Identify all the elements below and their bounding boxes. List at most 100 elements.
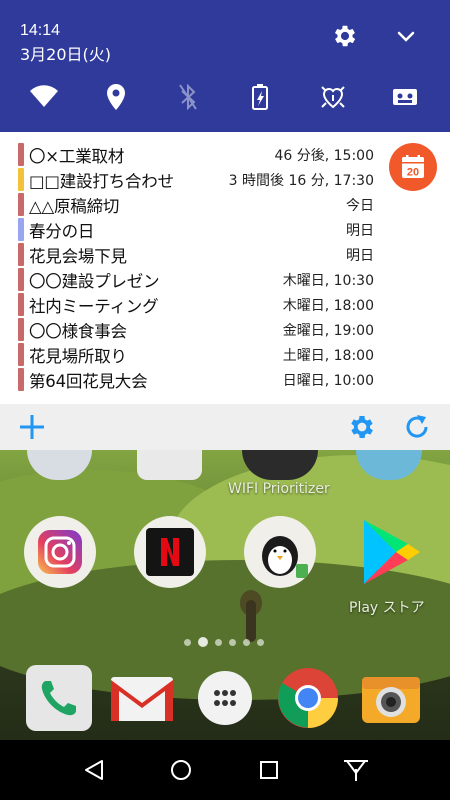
event-color-bar: [18, 243, 24, 266]
back-button[interactable]: [74, 750, 114, 790]
netflix-icon: [146, 528, 194, 576]
location-tile[interactable]: [99, 80, 133, 114]
refresh-icon: [406, 415, 428, 438]
event-color-bar: [18, 168, 24, 191]
chrome-app-icon[interactable]: [273, 663, 343, 733]
gear-icon: [334, 25, 356, 47]
home-button[interactable]: [161, 750, 201, 790]
add-event-button[interactable]: [17, 412, 47, 442]
event-time: 明日: [346, 247, 374, 264]
event-row[interactable]: 春分の日 明日: [18, 217, 374, 242]
event-title: 春分の日: [29, 221, 95, 241]
event-time: 土曜日, 18:00: [282, 347, 374, 364]
play-store-label: Play ストア: [349, 600, 425, 616]
event-color-bar: [18, 218, 24, 241]
event-title: □□建設打ち合わせ: [29, 171, 174, 191]
instagram-icon: [38, 530, 82, 574]
event-row[interactable]: 〇〇様食事会 金曜日, 19:00: [18, 317, 374, 342]
status-clock: 14:14: [20, 22, 61, 39]
event-time: 46 分後, 15:00: [274, 147, 374, 164]
event-title: 〇〇建設プレゼン: [29, 271, 160, 291]
bluetooth-tile[interactable]: [171, 80, 205, 114]
event-row[interactable]: 花見場所取り 土曜日, 18:00: [18, 342, 374, 367]
penguin-icon: [262, 536, 308, 578]
gmail-icon: [111, 677, 173, 721]
event-row[interactable]: 〇〇建設プレゼン 木曜日, 10:30: [18, 267, 374, 292]
event-color-bar: [18, 318, 24, 341]
collapse-shade-icon: [344, 760, 369, 781]
event-color-bar: [18, 293, 24, 316]
event-time: 3 時間後 16 分, 17:30: [228, 172, 374, 189]
collapse-shade-button[interactable]: [392, 25, 420, 49]
recents-button[interactable]: [249, 750, 289, 790]
event-row[interactable]: △△原稿締切 今日: [18, 192, 374, 217]
app-icon-partial-2[interactable]: [137, 450, 202, 480]
refresh-button[interactable]: [402, 412, 432, 442]
bluetooth-off-icon: [179, 83, 197, 111]
calendar-toolbar: [0, 404, 450, 450]
quick-settings-row: [0, 80, 450, 114]
event-color-bar: [18, 368, 24, 391]
status-date[interactable]: 3月20日(火): [20, 41, 111, 65]
netflix-app-icon[interactable]: [134, 516, 206, 588]
cassette-icon: [393, 89, 417, 105]
wallpaper-tree-trunk: [246, 600, 256, 642]
event-time: 日曜日, 10:00: [282, 372, 374, 389]
event-time: 木曜日, 18:00: [282, 297, 374, 314]
calendar-app-button[interactable]: 20: [389, 143, 437, 191]
calendar-settings-button[interactable]: [347, 412, 377, 442]
page-dot: [257, 638, 264, 646]
calendar-icon-day: 20: [407, 167, 419, 179]
event-row[interactable]: 第64回花見大会 日曜日, 10:00: [18, 367, 374, 392]
camera-app-icon[interactable]: [356, 663, 426, 733]
hotspot-tile[interactable]: [316, 80, 350, 114]
event-row[interactable]: 〇×工業取材 46 分後, 15:00: [18, 142, 374, 167]
event-color-bar: [18, 343, 24, 366]
event-row[interactable]: □□建設打ち合わせ 3 時間後 16 分, 17:30: [18, 167, 374, 192]
event-title: 〇〇様食事会: [29, 321, 127, 341]
gear-icon: [351, 416, 373, 438]
event-title: 〇×工業取材: [29, 146, 125, 166]
calendar-widget: 〇×工業取材 46 分後, 15:00 □□建設打ち合わせ 3 時間後 16 分, 1…: [0, 132, 450, 404]
wifi-tile[interactable]: [27, 80, 61, 114]
plus-icon: [20, 415, 44, 439]
event-row[interactable]: 花見会場下見 明日: [18, 242, 374, 267]
phone-app-icon[interactable]: [24, 663, 94, 733]
page-indicator: [184, 637, 264, 647]
gmail-app-icon[interactable]: [107, 663, 177, 733]
play-store-icon: [364, 520, 420, 584]
dock: [0, 655, 450, 740]
suica-app-icon[interactable]: [244, 516, 316, 588]
location-icon: [107, 84, 125, 110]
battery-saver-tile[interactable]: [243, 80, 277, 114]
system-settings-button[interactable]: [330, 22, 360, 50]
collapse-notifications-button[interactable]: [336, 750, 376, 790]
phone-icon: [26, 665, 92, 731]
app-drawer-button[interactable]: [190, 663, 260, 733]
calendar-icon: 20: [402, 155, 424, 179]
event-color-bar: [18, 268, 24, 291]
chrome-icon: [278, 668, 338, 728]
event-row[interactable]: 社内ミーティング 木曜日, 18:00: [18, 292, 374, 317]
page-dot: [215, 638, 222, 646]
hotspot-icon: [321, 86, 345, 109]
event-title: 社内ミーティング: [29, 296, 159, 316]
app-drawer-icon: [198, 671, 252, 725]
navigation-bar: [0, 740, 450, 800]
event-time: 今日: [346, 197, 374, 214]
camera-icon: [362, 677, 420, 723]
battery-icon: [252, 84, 268, 110]
page-dot-active: [198, 637, 208, 647]
event-time: 木曜日, 10:30: [282, 272, 374, 289]
event-color-bar: [18, 193, 24, 216]
event-time: 明日: [346, 222, 374, 239]
play-store-app-icon[interactable]: [356, 516, 426, 588]
cast-tile[interactable]: [388, 80, 422, 114]
event-title: △△原稿締切: [29, 196, 120, 216]
recents-square-icon: [259, 761, 278, 779]
instagram-app-icon[interactable]: [24, 516, 96, 588]
event-title: 第64回花見大会: [29, 371, 148, 391]
page-dot: [229, 638, 236, 646]
page-dot: [184, 638, 191, 646]
wifi-prioritizer-label: WIFI Prioritizer: [228, 481, 330, 497]
